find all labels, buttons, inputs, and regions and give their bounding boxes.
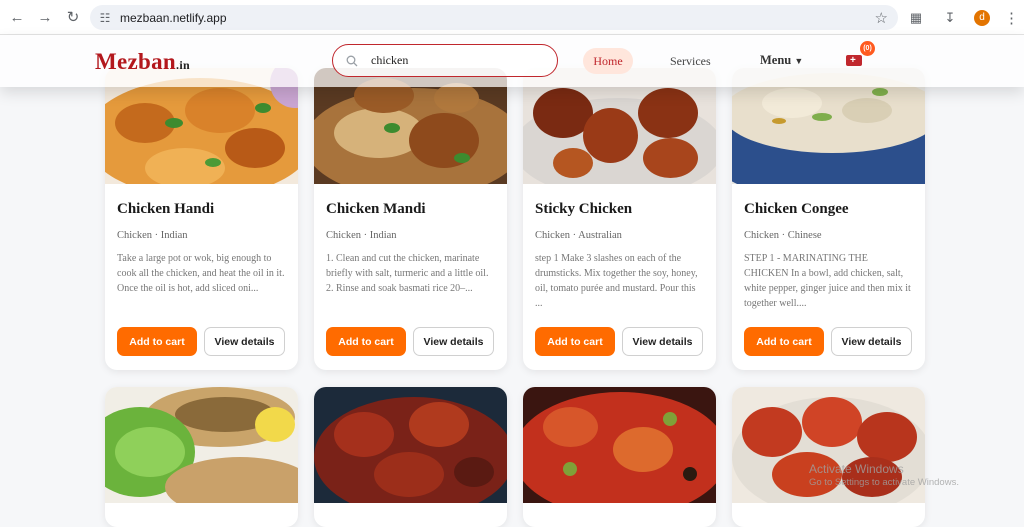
recipe-title: Chicken Congee [744, 201, 849, 217]
reload-icon[interactable]: ↻ [62, 6, 84, 28]
view-details-button[interactable]: View details [204, 327, 285, 356]
address-bar[interactable]: ☷ mezbaan.netlify.app ☆ [90, 5, 898, 30]
view-details-button[interactable]: View details [413, 327, 494, 356]
caret-down-icon: ▼ [794, 56, 804, 66]
recipe-meta: Chicken · Chinese [744, 230, 822, 241]
search-icon [345, 54, 359, 68]
view-details-button[interactable]: View details [831, 327, 912, 356]
recipe-card [523, 387, 716, 527]
watermark-line1: Activate Windows [809, 462, 904, 476]
recipe-meta: Chicken · Indian [326, 230, 397, 241]
nav-menu[interactable]: Menu ▼ [760, 53, 803, 68]
forward-icon[interactable]: → [34, 6, 56, 28]
recipe-title: Chicken Mandi [326, 201, 426, 217]
logo-sub: .in [176, 58, 190, 72]
recipe-image[interactable] [105, 387, 298, 503]
view-details-button[interactable]: View details [622, 327, 703, 356]
search-bar[interactable] [332, 44, 558, 77]
back-icon[interactable]: ← [6, 6, 28, 28]
recipe-card-chicken-handi: Chicken Handi Chicken · Indian Take a la… [105, 68, 298, 370]
recipe-description: Take a large pot or wok, big enough to c… [117, 253, 285, 294]
recipe-meta: Chicken · Indian [117, 230, 188, 241]
add-to-cart-button[interactable]: Add to cart [117, 327, 197, 356]
cart-count-badge: (0) [860, 41, 875, 56]
site-settings-icon[interactable]: ☷ [98, 11, 112, 25]
add-to-cart-button[interactable]: Add to cart [744, 327, 824, 356]
nav-services[interactable]: Services [670, 54, 711, 69]
recipe-card [732, 387, 925, 527]
recipe-image[interactable] [523, 387, 716, 503]
recipe-image[interactable] [314, 387, 507, 503]
recipe-card-chicken-mandi: Chicken Mandi Chicken · Indian 1. Clean … [314, 68, 507, 370]
tab-search-icon[interactable]: ▦ [906, 8, 926, 28]
add-to-cart-button[interactable]: Add to cart [326, 327, 406, 356]
search-input[interactable] [371, 53, 541, 68]
recipe-card [314, 387, 507, 527]
nav-home[interactable]: Home [583, 48, 633, 74]
more-menu-icon[interactable]: ⋮ [1004, 9, 1019, 27]
watermark-line2: Go to Settings to activate Windows. [809, 477, 959, 488]
bookmark-star-icon[interactable]: ☆ [875, 9, 888, 27]
nav-menu-label: Menu [760, 53, 792, 67]
windows-activation-watermark: Activate Windows Go to Settings to activ… [809, 462, 959, 488]
browser-toolbar: ← → ↻ ☷ mezbaan.netlify.app ☆ ▦ ↧ d ⋮ [0, 0, 1024, 35]
url-text[interactable]: mezbaan.netlify.app [120, 11, 227, 25]
profile-avatar[interactable]: d [974, 9, 990, 26]
logo-main: Mezban [95, 49, 177, 74]
add-to-cart-button[interactable]: Add to cart [535, 327, 615, 356]
recipe-description: STEP 1 - MARINATING THE CHICKEN In a bow… [744, 253, 911, 309]
recipe-title: Chicken Handi [117, 201, 215, 217]
recipe-card-sticky-chicken: Sticky Chicken Chicken · Australian step… [523, 68, 716, 370]
recipe-meta: Chicken · Australian [535, 230, 622, 241]
recipe-card-chicken-congee: Chicken Congee Chicken · Chinese STEP 1 … [732, 68, 925, 370]
recipe-title: Sticky Chicken [535, 201, 633, 217]
site-header: Mezban.in Home Services Menu ▼ + (0) [0, 35, 1024, 87]
recipe-card [105, 387, 298, 527]
recipe-description: 1. Clean and cut the chicken, marinate b… [326, 253, 489, 294]
download-icon[interactable]: ↧ [940, 8, 960, 28]
recipe-description: step 1 Make 3 slashes on each of the dru… [535, 253, 698, 309]
cart-icon[interactable]: + [846, 53, 864, 69]
site-logo[interactable]: Mezban.in [95, 49, 190, 75]
